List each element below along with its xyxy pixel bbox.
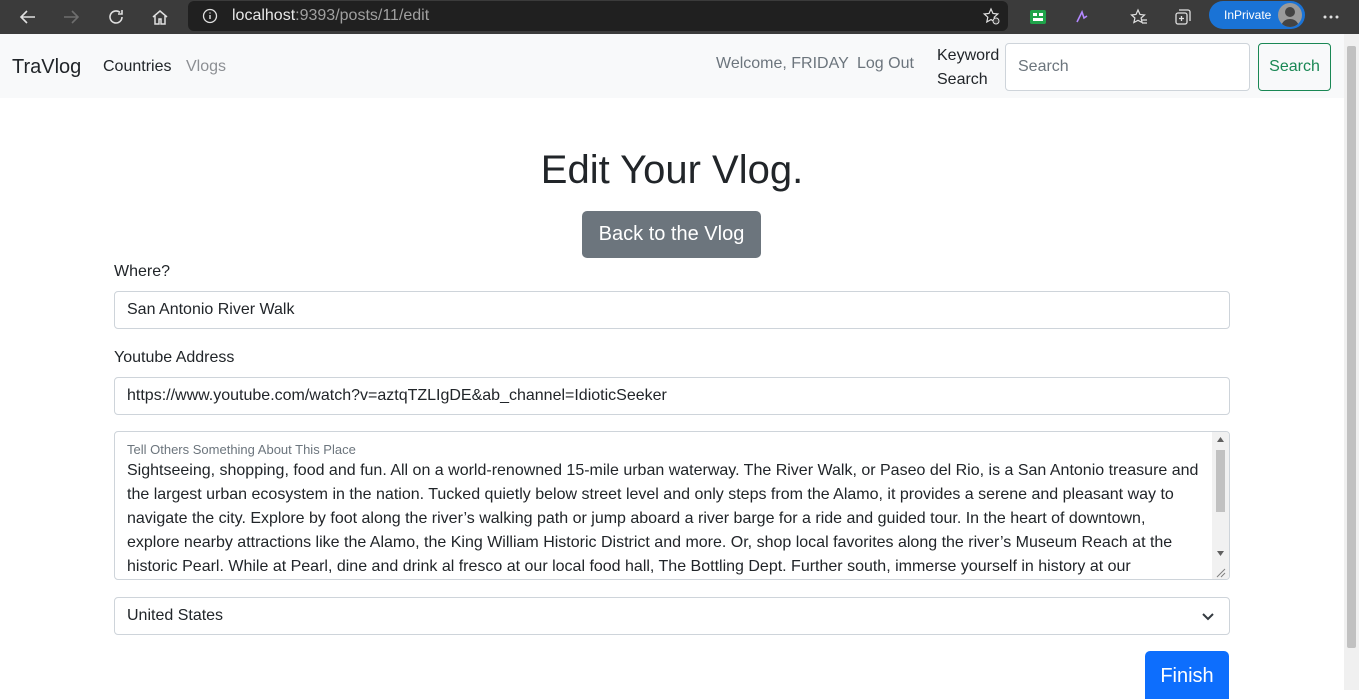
description-textarea[interactable]: Tell Others Something About This Place S… [114, 431, 1230, 580]
page-title: Edit Your Vlog. [540, 148, 804, 192]
extension-icon[interactable] [1025, 4, 1051, 30]
chevron-down-icon [1202, 613, 1214, 621]
nav-link-vlogs[interactable]: Vlogs [186, 58, 226, 76]
youtube-input[interactable]: https://www.youtube.com/watch?v=aztqTZLI… [114, 377, 1230, 415]
search-input[interactable] [1005, 43, 1250, 91]
country-select-value: United States [127, 607, 224, 624]
add-favorite-icon[interactable] [982, 7, 1000, 25]
textarea-scrollbar-thumb[interactable] [1216, 450, 1225, 512]
textarea-scrollbar[interactable] [1212, 432, 1229, 579]
favorites-icon[interactable] [1126, 4, 1152, 30]
country-select[interactable]: United States [114, 597, 1230, 635]
page-scrollbar-thumb[interactable] [1347, 46, 1356, 648]
refresh-icon[interactable] [103, 4, 129, 30]
site-navbar: TraVlog Countries Vlogs Welcome, FRIDAY … [0, 34, 1344, 98]
page-scrollbar[interactable] [1344, 34, 1359, 690]
site-info-icon[interactable] [202, 8, 218, 24]
back-to-vlog-button[interactable]: Back to the Vlog [582, 211, 761, 258]
home-icon[interactable] [147, 4, 173, 30]
inprivate-badge[interactable]: InPrivate [1209, 1, 1305, 29]
logout-link[interactable]: Log Out [857, 55, 914, 73]
nav-link-countries[interactable]: Countries [103, 58, 171, 76]
scroll-down-icon[interactable] [1217, 551, 1224, 556]
browser-toolbar: localhost:9393/posts/11/edit InPrivate [0, 0, 1359, 34]
back-arrow-icon[interactable] [15, 4, 41, 30]
where-input[interactable]: San Antonio River Walk [114, 291, 1230, 329]
url-text: localhost:9393/posts/11/edit [232, 7, 430, 24]
description-label: Tell Others Something About This Place [127, 442, 356, 457]
youtube-label: Youtube Address [114, 349, 235, 366]
scroll-up-icon[interactable] [1217, 437, 1224, 442]
brand-logo[interactable]: TraVlog [12, 56, 81, 79]
search-button[interactable]: Search [1258, 43, 1331, 91]
keyword-search-label: Keyword Search [937, 47, 1000, 88]
more-menu-icon[interactable] [1318, 4, 1344, 30]
resize-handle-icon[interactable] [1215, 567, 1226, 578]
welcome-text: Welcome, FRIDAY [716, 55, 849, 72]
address-bar[interactable]: localhost:9393/posts/11/edit [188, 1, 1008, 31]
avatar [1278, 3, 1302, 27]
finish-button[interactable]: Finish [1145, 651, 1229, 699]
forward-arrow-icon[interactable] [58, 4, 84, 30]
where-label: Where? [114, 263, 171, 280]
collections-icon[interactable] [1170, 4, 1196, 30]
extension-arrow-icon[interactable] [1069, 4, 1095, 30]
description-text: Sightseeing, shopping, food and fun. All… [127, 462, 1199, 575]
